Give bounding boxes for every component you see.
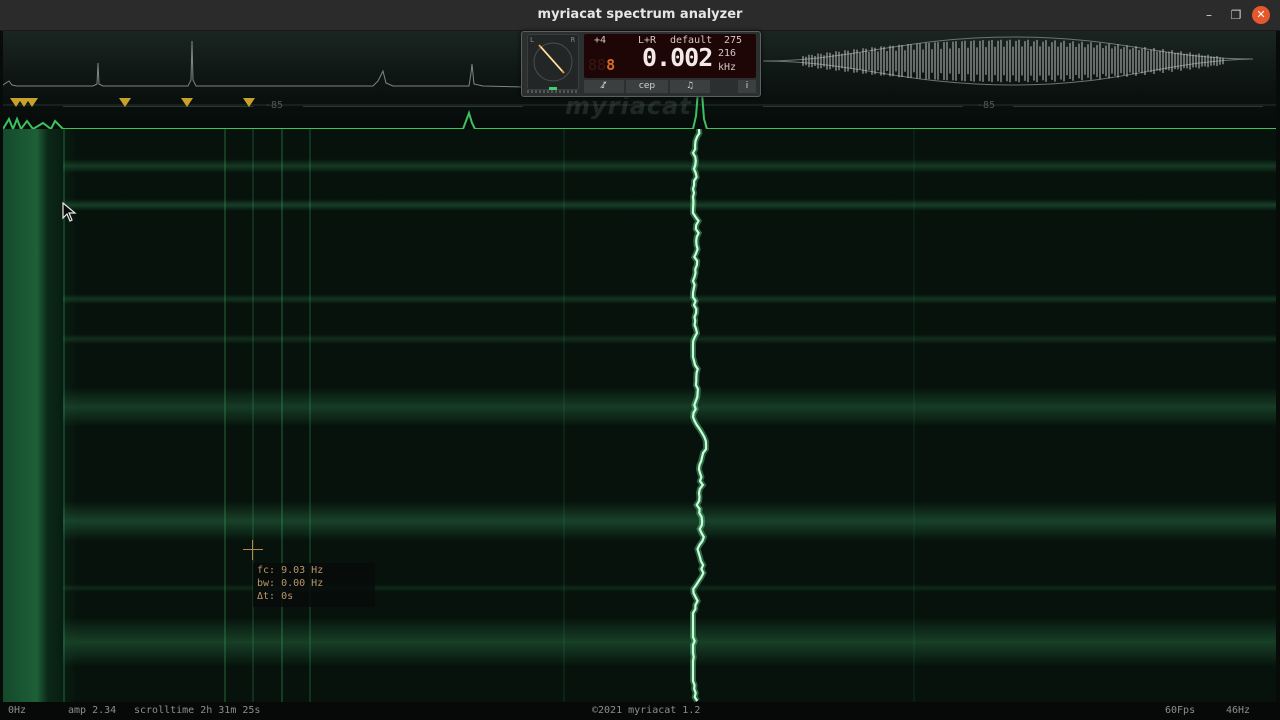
control-panel: L R +4 L+R default 275 888 0.002 216 kHz… xyxy=(521,31,761,97)
close-button[interactable]: ✕ xyxy=(1252,6,1270,24)
info-button[interactable]: i xyxy=(738,80,756,93)
frequency-readout[interactable]: 0.002 xyxy=(642,43,713,72)
minimize-button[interactable]: – xyxy=(1200,6,1218,24)
cursor-readout: fc: 9.03 Hz bw: 0.00 Hz Δt: 0s xyxy=(253,563,375,607)
peak-marker[interactable] xyxy=(243,98,255,107)
scrolltime-readout[interactable]: scrolltime 2h 31m 25s xyxy=(134,705,260,716)
max-frequency-label: 46Hz xyxy=(1226,705,1251,716)
db-reference-line-left xyxy=(63,106,253,107)
segment-display: 888 xyxy=(588,56,616,74)
fps-readout: 60Fps xyxy=(1165,705,1196,716)
gain-readout: +4 xyxy=(594,35,607,46)
segment-highlight: 8 xyxy=(606,56,616,74)
db-reference-line-mid xyxy=(303,106,523,107)
copyright-label: ©2021 myriacat 1.2 xyxy=(592,705,701,716)
dial-needle-icon xyxy=(533,42,573,82)
stereo-balance-dial[interactable]: L R xyxy=(527,34,579,90)
db-label-right: -85 xyxy=(977,100,996,111)
db-reference-line-right xyxy=(763,106,963,107)
note-mode-icon[interactable]: ♫ xyxy=(670,80,710,93)
title-bar: myriacat spectrum analyzer – ❐ ✕ xyxy=(0,0,1280,31)
tone-trace-svg xyxy=(689,129,709,702)
db-reference-line-far-right xyxy=(1013,106,1263,107)
lcd-display: +4 L+R default 275 888 0.002 216 kHz xyxy=(584,34,756,78)
spectrogram-waterfall[interactable] xyxy=(3,129,1276,702)
peak-marker[interactable] xyxy=(26,98,38,107)
min-frequency-label: 0Hz xyxy=(8,705,27,716)
input-level-meter xyxy=(527,87,577,93)
readout-bandwidth: bw: 0.00 Hz xyxy=(257,578,324,589)
peak-hold-button[interactable]: ♪̸ xyxy=(584,80,624,93)
amp-readout[interactable]: amp 2.34 xyxy=(68,705,116,716)
peak-marker[interactable] xyxy=(181,98,193,107)
fft-size-readout[interactable]: 275 xyxy=(724,35,742,46)
db-label-left: -85 xyxy=(265,100,284,111)
mouse-cursor-icon xyxy=(62,201,78,222)
frequency-digits: 216 xyxy=(718,48,737,59)
window-title: myriacat spectrum analyzer xyxy=(537,7,743,22)
frequency-unit: kHz xyxy=(718,62,737,73)
peak-marker[interactable] xyxy=(119,98,131,107)
maximize-button[interactable]: ❐ xyxy=(1227,6,1245,24)
status-bar: 0Hz amp 2.34 scrolltime 2h 31m 25s ©2021… xyxy=(0,702,1280,720)
readout-delta-time: Δt: 0s xyxy=(257,591,294,602)
cepstrum-button[interactable]: cep xyxy=(626,80,668,93)
crosshair-cursor-icon[interactable] xyxy=(243,540,263,560)
readout-center-frequency: fc: 9.03 Hz xyxy=(257,565,324,576)
tone-trace-glow xyxy=(689,129,709,702)
